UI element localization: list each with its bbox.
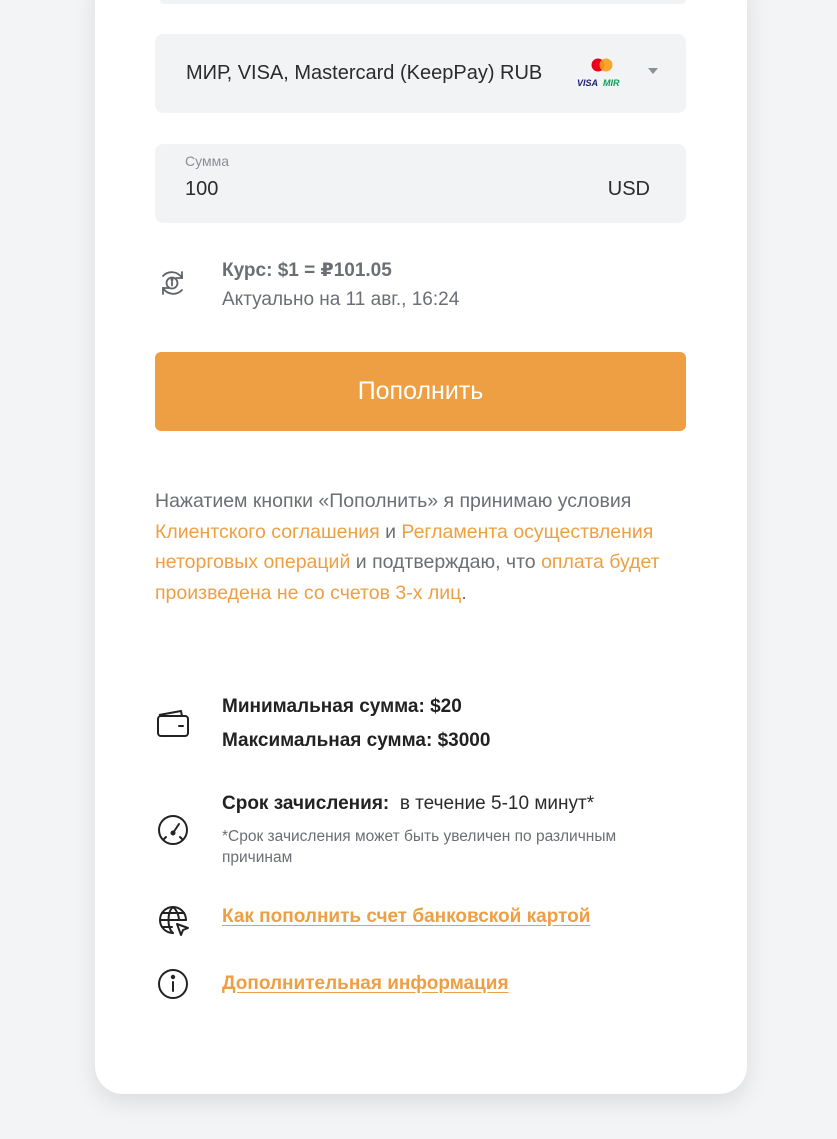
crediting-time-note: *Срок зачисления может быть увеличен по … — [222, 828, 617, 866]
speedometer-icon — [158, 815, 188, 845]
exchange-rate: Курс: $1 = ₽101.05 Актуально на 11 авг.,… — [155, 256, 686, 316]
terms-text: Нажатием кнопки «Пополнить» я принимаю у… — [155, 486, 695, 608]
crediting-time-label: Срок зачисления: — [222, 793, 390, 814]
deposit-button[interactable]: Пополнить — [155, 352, 686, 431]
amount-currency: USD — [607, 178, 650, 200]
info-icon — [158, 969, 188, 999]
exchange-rate-icon — [162, 271, 183, 295]
client-agreement-link[interactable]: Клиентского соглашения — [155, 521, 380, 543]
amount-input[interactable]: 100 — [185, 178, 485, 201]
wallet-icon — [157, 710, 189, 737]
payment-method-select[interactable]: МИР, VISA, Mastercard (KeepPay) RUB VISA… — [155, 34, 686, 113]
terms-text-part: Нажатием кнопки «Пополнить» я принимаю у… — [155, 490, 632, 512]
previous-field-edge — [160, 0, 686, 4]
how-to-row: Как пополнить счет банковской картой — [155, 898, 686, 938]
exchange-rate-value: Курс: $1 = ₽101.05 — [222, 260, 392, 281]
svg-text:VISA: VISA — [577, 78, 598, 88]
chevron-down-icon[interactable] — [648, 68, 658, 74]
how-to-deposit-link[interactable]: Как пополнить счет банковской картой — [222, 906, 590, 928]
limits-info: Минимальная сумма: $20 Максимальная сумм… — [155, 690, 686, 760]
amount-field[interactable]: Сумма 100 USD — [155, 144, 686, 223]
terms-text-part: . — [461, 581, 467, 604]
terms-text-part: и подтверждаю, что — [350, 551, 542, 573]
max-amount: Максимальная сумма: $3000 — [222, 730, 491, 751]
more-info-link[interactable]: Дополнительная информация — [222, 973, 509, 995]
amount-label: Сумма — [185, 153, 229, 169]
crediting-time-info: Срок зачисления: в течение 5-10 минут* *… — [155, 790, 686, 870]
min-amount: Минимальная сумма: $20 — [222, 696, 462, 717]
crediting-time-value: в течение 5-10 минут* — [399, 793, 595, 814]
card-brands-logo: VISA MIR — [577, 58, 620, 88]
exchange-rate-updated: Актуально на 11 авг., 16:24 — [222, 289, 460, 310]
terms-text-part: и — [379, 520, 402, 543]
payment-method-label: МИР, VISA, Mastercard (KeepPay) RUB — [186, 62, 543, 84]
more-info-row: Дополнительная информация — [155, 964, 686, 1004]
globe-cursor-icon — [159, 906, 189, 936]
svg-text:MIR: MIR — [603, 78, 620, 88]
crediting-time: Срок зачисления: в течение 5-10 минут* — [222, 793, 594, 815]
